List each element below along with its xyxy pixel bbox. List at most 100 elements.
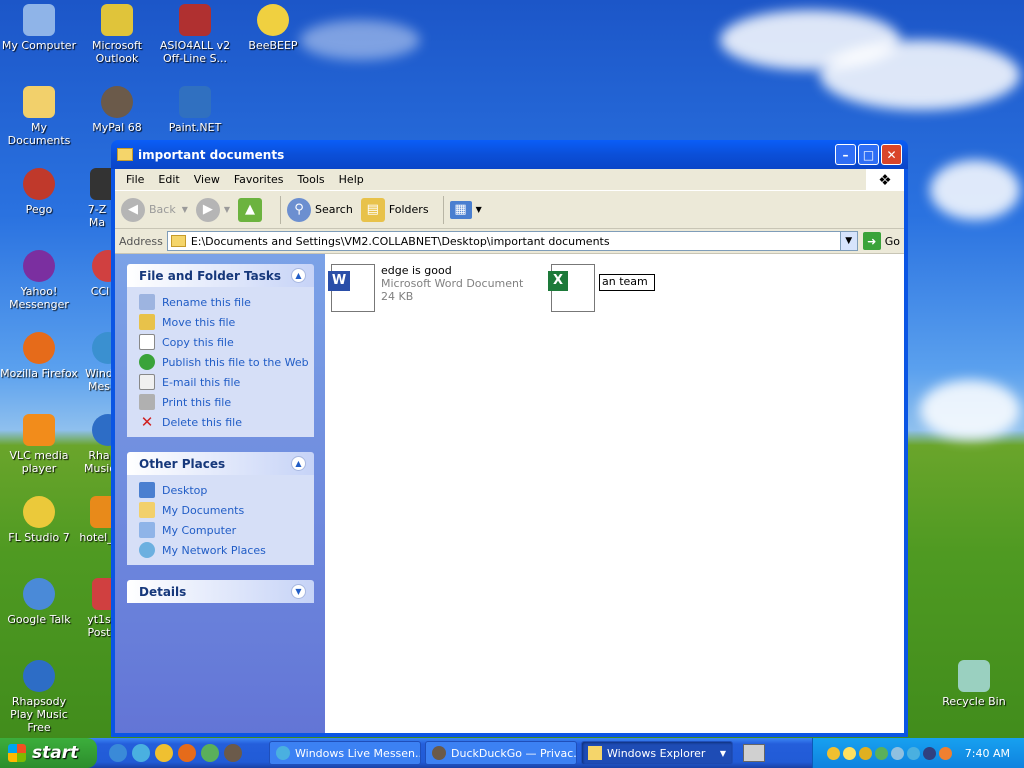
desktop-icon-beebeep[interactable]: BeeBEEP bbox=[234, 4, 312, 52]
collapse-icon[interactable]: ▲ bbox=[291, 268, 306, 283]
rename-file-link[interactable]: Rename this file bbox=[139, 292, 314, 312]
firefox-icon[interactable] bbox=[178, 744, 196, 762]
other-places-header[interactable]: Other Places ▲ bbox=[127, 452, 314, 475]
desktop-icon-7zip[interactable]: 7-Z Ma bbox=[80, 168, 122, 229]
file-list[interactable]: W edge is good Microsoft Word Document 2… bbox=[325, 254, 904, 733]
views-button[interactable]: ▦ ▼ bbox=[449, 200, 482, 219]
delete-file-link[interactable]: ✕ Delete this file bbox=[139, 412, 314, 432]
bee-icon bbox=[257, 4, 289, 36]
desktop-icon-hotel[interactable]: hotel_ bbox=[78, 496, 122, 544]
print-file-link[interactable]: Print this file bbox=[139, 392, 314, 412]
place-desktop-link[interactable]: Desktop bbox=[139, 480, 314, 500]
desktop-icon-rhapsody-music[interactable]: Rha Music bbox=[84, 414, 124, 475]
menu-view[interactable]: View bbox=[187, 173, 227, 186]
desktop-icon-asio4all[interactable]: ASIO4ALL v2 Off-Line S... bbox=[156, 4, 234, 65]
clock[interactable]: 7:40 AM bbox=[965, 747, 1010, 760]
close-button[interactable]: ✕ bbox=[881, 144, 902, 165]
google-talk-icon bbox=[23, 578, 55, 610]
file-folder-tasks-header[interactable]: File and Folder Tasks ▲ bbox=[127, 264, 314, 287]
address-dropdown-icon[interactable]: ▼ bbox=[839, 232, 857, 250]
tray-people-icon[interactable] bbox=[874, 746, 888, 760]
file-item-excel[interactable]: X bbox=[548, 264, 601, 312]
ie-icon[interactable] bbox=[109, 744, 127, 762]
printer-icon bbox=[139, 394, 155, 410]
desktop-icon-fl-studio[interactable]: FL Studio 7 bbox=[0, 496, 78, 544]
tray-messenger-icon[interactable] bbox=[906, 746, 920, 760]
task-windows-live-messenger[interactable]: Windows Live Messen... bbox=[269, 741, 421, 765]
tray-network-icon[interactable] bbox=[890, 746, 904, 760]
desktop-icon-my-computer[interactable]: My Computer bbox=[0, 4, 78, 52]
desktop-icon-ccleaner[interactable]: CCl bbox=[86, 250, 124, 298]
place-my-computer-link[interactable]: My Computer bbox=[139, 520, 314, 540]
windows-flag-icon bbox=[8, 744, 26, 762]
paint-net-icon bbox=[179, 86, 211, 118]
desktop-icon-google-talk[interactable]: Google Talk bbox=[0, 578, 78, 626]
go-button[interactable]: ➜ Go bbox=[862, 232, 900, 250]
menu-file[interactable]: File bbox=[119, 173, 151, 186]
place-my-documents-link[interactable]: My Documents bbox=[139, 500, 314, 520]
desktop-icon-rhapsody[interactable]: Rhapsody Play Music Free bbox=[0, 660, 78, 734]
explorer-window[interactable]: important documents – □ ✕ File Edit View… bbox=[111, 140, 908, 737]
desktop-icon-pego[interactable]: Pego bbox=[0, 168, 78, 216]
desktop-icon-firefox[interactable]: Mozilla Firefox bbox=[0, 332, 78, 380]
copy-file-link[interactable]: Copy this file bbox=[139, 332, 314, 352]
search-button[interactable]: ⚲ Search bbox=[287, 197, 353, 222]
folders-button[interactable]: ▤ Folders bbox=[360, 197, 429, 222]
email-file-link[interactable]: E-mail this file bbox=[139, 372, 314, 392]
desktop-icon bbox=[139, 482, 155, 498]
computer-icon bbox=[23, 4, 55, 36]
messenger-icon[interactable] bbox=[132, 744, 150, 762]
desktop-icon-windows-messenger[interactable]: Wind Mes bbox=[84, 332, 124, 393]
desktop-icon-recycle-bin[interactable]: Recycle Bin bbox=[935, 660, 1013, 708]
desktop-icon-vlc[interactable]: VLC media player bbox=[0, 414, 78, 475]
forward-button[interactable]: ▶ ▼ bbox=[195, 197, 230, 222]
details-header[interactable]: Details ▼ bbox=[127, 580, 314, 603]
smiley-icon[interactable] bbox=[155, 744, 173, 762]
search-icon: ⚲ bbox=[287, 197, 312, 222]
file-item-word[interactable]: W edge is good Microsoft Word Document 2… bbox=[328, 264, 523, 312]
collapse-icon[interactable]: ▲ bbox=[291, 456, 306, 471]
task-duckduckgo[interactable]: DuckDuckGo — Privac... bbox=[425, 741, 577, 765]
desktop-icon-yt1s[interactable]: yt1s Post bbox=[84, 578, 124, 639]
place-network-places-link[interactable]: My Network Places bbox=[139, 540, 314, 560]
menu-favorites[interactable]: Favorites bbox=[227, 173, 291, 186]
desktop-icon-outlook[interactable]: Microsoft Outlook bbox=[78, 4, 156, 65]
back-arrow-icon: ◀ bbox=[121, 197, 145, 222]
move-file-link[interactable]: Move this file bbox=[139, 312, 314, 332]
expand-icon[interactable]: ▼ bbox=[291, 584, 306, 599]
publish-file-link[interactable]: Publish this file to the Web bbox=[139, 352, 314, 372]
start-button[interactable]: start bbox=[0, 738, 97, 768]
address-input[interactable]: E:\Documents and Settings\VM2.COLLABNET\… bbox=[166, 231, 858, 251]
menu-edit[interactable]: Edit bbox=[151, 173, 186, 186]
tray-search-icon[interactable] bbox=[938, 746, 952, 760]
desktop-icon-my-documents[interactable]: My Documents bbox=[0, 86, 78, 147]
security-shield-icon[interactable] bbox=[858, 746, 872, 760]
keyboard-icon[interactable] bbox=[743, 744, 765, 762]
rename-textbox[interactable]: an team bbox=[599, 274, 655, 291]
group-dropdown-icon[interactable]: ▼ bbox=[720, 749, 726, 758]
browser-icon bbox=[432, 746, 446, 760]
menu-help[interactable]: Help bbox=[332, 173, 371, 186]
vlc-cone-icon bbox=[23, 414, 55, 446]
up-folder-button[interactable]: ▲ bbox=[238, 197, 266, 222]
task-windows-explorer[interactable]: Windows Explorer ▼ bbox=[581, 741, 733, 765]
window-titlebar[interactable]: important documents – □ ✕ bbox=[111, 140, 908, 169]
desktop-icon-yahoo-messenger[interactable]: Yahoo! Messenger bbox=[0, 250, 78, 311]
raccoon-icon[interactable] bbox=[224, 744, 242, 762]
back-button[interactable]: ◀ Back ▼ bbox=[121, 197, 188, 222]
people-icon[interactable] bbox=[201, 744, 219, 762]
back-dropdown-icon: ▼ bbox=[181, 205, 188, 214]
desktop-icon-paint-net[interactable]: Paint.NET bbox=[156, 86, 234, 134]
maximize-button[interactable]: □ bbox=[858, 144, 879, 165]
desktop-icon-mypal[interactable]: MyPal 68 bbox=[78, 86, 156, 134]
window-title: important documents bbox=[138, 147, 285, 162]
menu-tools[interactable]: Tools bbox=[291, 173, 332, 186]
details-panel: Details ▼ bbox=[127, 580, 314, 603]
folder-icon bbox=[588, 746, 602, 760]
tray-chat-icon[interactable] bbox=[922, 746, 936, 760]
recycle-bin-icon bbox=[958, 660, 990, 692]
tray-chevron-icon[interactable] bbox=[826, 746, 840, 760]
minimize-button[interactable]: – bbox=[835, 144, 856, 165]
tray-smiley-icon[interactable] bbox=[842, 746, 856, 760]
folder-icon bbox=[117, 148, 133, 161]
